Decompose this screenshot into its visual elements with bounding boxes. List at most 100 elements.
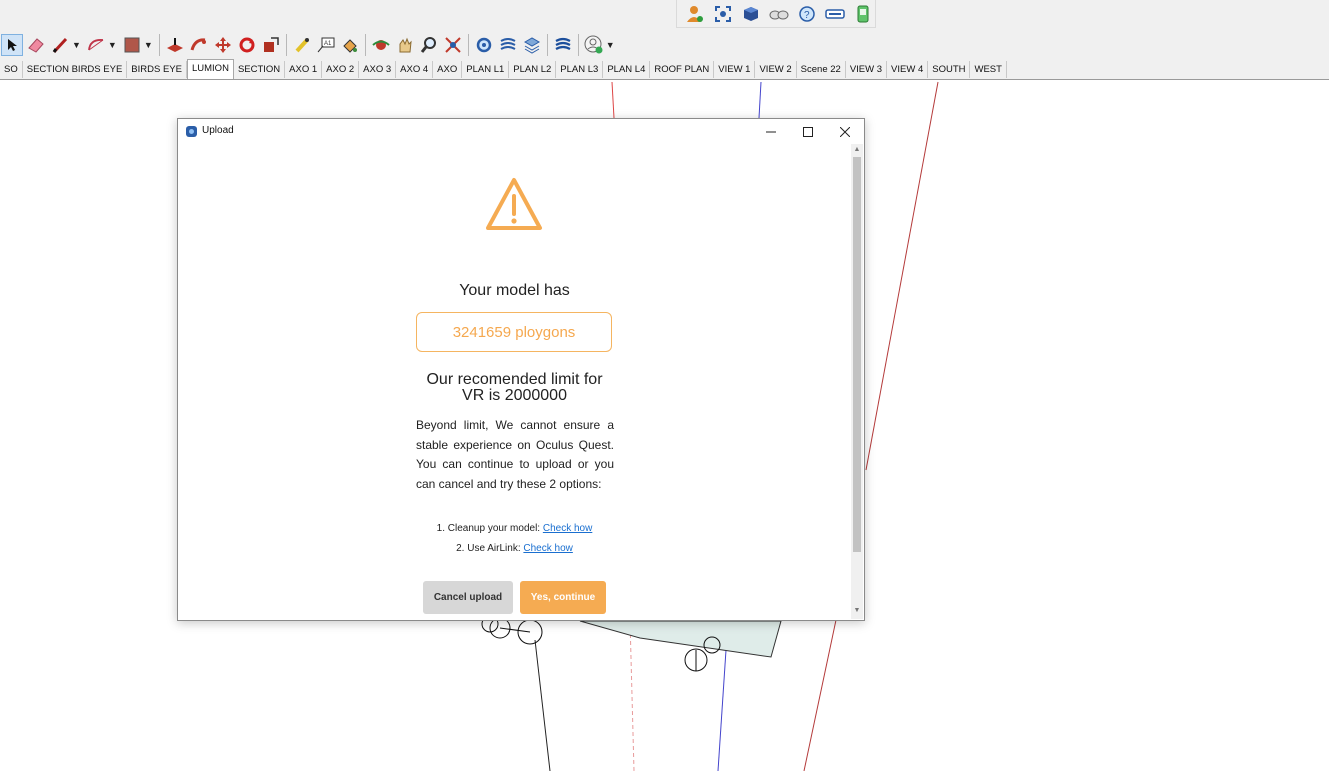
zoom-icon[interactable] [418, 34, 440, 56]
continue-button[interactable]: Yes, continue [520, 581, 606, 614]
dashed-axis-line [629, 619, 635, 771]
limit-line-1: Our recomended limit for [426, 371, 603, 388]
svg-text:?: ? [804, 10, 810, 21]
polygon-count-box: 3241659 ploygons [416, 312, 612, 352]
user-icon[interactable] [684, 3, 706, 25]
chevron-down-icon[interactable]: ▼ [144, 40, 153, 50]
scene-tab[interactable]: VIEW 4 [887, 61, 929, 78]
scene-tab[interactable]: Scene 22 [797, 61, 846, 78]
chevron-down-icon[interactable]: ▼ [108, 40, 117, 50]
scene-tab[interactable]: SO [0, 61, 23, 78]
scene-tab[interactable]: PLAN L1 [462, 61, 510, 78]
scene-tab[interactable]: PLAN L2 [509, 61, 557, 78]
dialog-scrollbar[interactable]: ▲ ▼ [851, 144, 863, 619]
focus-frame-icon[interactable] [712, 3, 734, 25]
warning-icon [486, 178, 542, 230]
limit-line-2: VR is 2000000 [462, 387, 567, 404]
extension-toolbar: ? [676, 0, 876, 28]
paint-bucket-icon[interactable] [339, 34, 361, 56]
chevron-down-icon[interactable]: ▼ [72, 40, 81, 50]
layers-gear-icon[interactable] [473, 34, 495, 56]
toolbar-divider [285, 34, 287, 56]
scene-tab[interactable]: AXO [433, 61, 463, 78]
arc-icon[interactable] [85, 34, 107, 56]
ground-plane-shape [579, 620, 782, 658]
app-icon [186, 126, 197, 137]
dialog-titlebar[interactable]: Upload [178, 119, 864, 144]
chevron-down-icon[interactable]: ▼ [606, 40, 615, 50]
push-pull-icon[interactable] [164, 34, 186, 56]
scene-tab[interactable]: VIEW 3 [846, 61, 888, 78]
waves-icon[interactable] [552, 34, 574, 56]
device-icon[interactable] [852, 3, 874, 25]
model-has-heading: Your model has [459, 282, 570, 299]
scroll-up-icon[interactable]: ▲ [851, 144, 863, 156]
scroll-down-icon[interactable]: ▼ [851, 605, 863, 617]
option-cleanup-text: 1. Cleanup your model: [436, 523, 541, 534]
scene-tab[interactable]: PLAN L4 [603, 61, 651, 78]
tape-measure-icon[interactable] [291, 34, 313, 56]
scene-tab[interactable]: VIEW 2 [755, 61, 797, 78]
cancel-upload-button[interactable]: Cancel upload [423, 581, 513, 614]
pan-hand-icon[interactable] [394, 34, 416, 56]
scene-tab[interactable]: PLAN L3 [556, 61, 604, 78]
headset-icon[interactable] [824, 3, 846, 25]
cube-icon[interactable] [740, 3, 762, 25]
polygon-count: 3241659 ploygons [452, 323, 576, 341]
scene-tab[interactable]: BIRDS EYE [127, 61, 187, 78]
option-airlink-text: 2. Use AirLink: [456, 543, 521, 554]
maximize-button[interactable] [789, 119, 827, 144]
close-button[interactable] [826, 119, 864, 144]
goggles-icon[interactable] [768, 3, 790, 25]
pencil-line-icon[interactable] [49, 34, 71, 56]
scene-tab[interactable]: AXO 3 [359, 61, 397, 78]
move-icon[interactable] [212, 34, 234, 56]
scene-tab[interactable]: AXO 1 [285, 61, 323, 78]
toolbar-divider [546, 34, 548, 56]
rectangle-shape-icon[interactable] [121, 34, 143, 56]
minimize-button[interactable] [752, 119, 790, 144]
toolbar-divider [364, 34, 366, 56]
follow-me-icon[interactable] [188, 34, 210, 56]
account-icon[interactable] [583, 34, 605, 56]
layers-stack-icon[interactable] [521, 34, 543, 56]
scene-tabs: SO SECTION BIRDS EYE BIRDS EYE LUMION SECTIO… [0, 59, 1007, 79]
scrollbar-thumb[interactable] [853, 157, 861, 552]
scale-icon[interactable] [260, 34, 282, 56]
scene-tab[interactable]: SOUTH [928, 61, 971, 78]
help-icon[interactable]: ? [796, 3, 818, 25]
minimize-icon [766, 131, 776, 132]
svg-text:A1: A1 [324, 41, 332, 47]
toolbar-divider [158, 34, 160, 56]
option-cleanup: 1. Cleanup your model: Check how [178, 519, 851, 539]
select-arrow-icon[interactable] [1, 34, 23, 56]
black-edge-line [534, 639, 551, 771]
scene-tab[interactable]: SECTION BIRDS EYE [23, 61, 128, 78]
styles-icon[interactable] [497, 34, 519, 56]
scene-tab[interactable]: SECTION [234, 61, 286, 78]
orbit-icon[interactable] [370, 34, 392, 56]
toolbar-divider [467, 34, 469, 56]
scene-tab[interactable]: AXO 4 [396, 61, 434, 78]
scene-tab[interactable]: WEST [970, 61, 1007, 78]
scene-tab[interactable]: LUMION [186, 59, 234, 79]
red-axis-line [611, 81, 615, 119]
scene-tab[interactable]: VIEW 1 [714, 61, 756, 78]
eraser-icon[interactable] [25, 34, 47, 56]
cleanup-check-how-link[interactable]: Check how [543, 523, 592, 534]
red-edge-line [865, 81, 939, 471]
blue-axis-line [717, 649, 727, 771]
close-icon [840, 126, 850, 137]
airlink-check-how-link[interactable]: Check how [523, 543, 572, 554]
main-toolbar: ▼ ▼ ▼ A1 ▼ [0, 31, 618, 59]
zoom-extents-icon[interactable] [442, 34, 464, 56]
scene-tab[interactable]: ROOF PLAN [650, 61, 715, 78]
dialog-content[interactable]: Your model has 3241659 ploygons Our reco… [178, 144, 851, 619]
upload-dialog: Upload Your model has 3241659 ploygons O… [177, 118, 865, 621]
text-label-icon[interactable]: A1 [315, 34, 337, 56]
toolbar-area: ? ▼ ▼ ▼ A1 ▼ SO SECTION BIRDS EYE BIRDS … [0, 0, 1329, 80]
rotate-icon[interactable] [236, 34, 258, 56]
beyond-limit-text: Beyond limit, We cannot ensure a stable … [416, 418, 614, 491]
toolbar-divider [577, 34, 579, 56]
scene-tab[interactable]: AXO 2 [322, 61, 360, 78]
